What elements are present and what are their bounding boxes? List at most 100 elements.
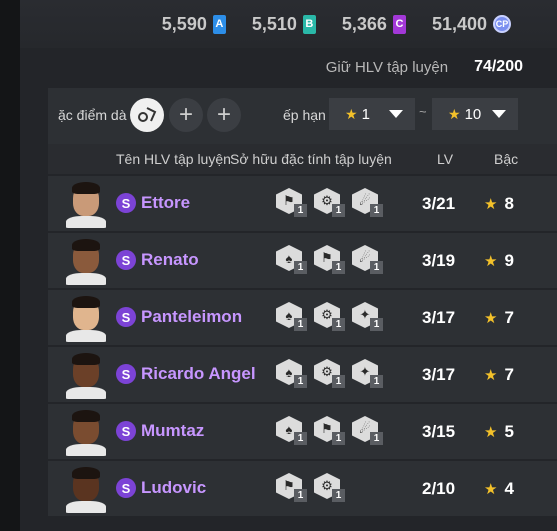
- trait-level: 1: [294, 432, 307, 445]
- currency-badge-icon: C: [392, 14, 406, 34]
- trait-item[interactable]: ☄ 1: [352, 416, 386, 446]
- trait-item[interactable]: ⚑ 1: [314, 245, 348, 275]
- coach-rank: ★ 7: [484, 308, 514, 328]
- grade-badge: S: [116, 421, 136, 441]
- trait-item[interactable]: ⚙ 1: [314, 188, 348, 218]
- coach-count-value: 74/200: [474, 58, 523, 75]
- column-name[interactable]: Tên HLV tập luyện: [116, 151, 231, 167]
- trait-level: 1: [370, 375, 383, 388]
- coach-avatar: [64, 237, 108, 285]
- avatar-shirt: [66, 216, 106, 228]
- selected-trait-icon[interactable]: [130, 98, 164, 132]
- avatar-hair: [72, 353, 100, 365]
- avatar-shirt: [66, 330, 106, 342]
- trait-item[interactable]: ⚑ 1: [276, 473, 310, 503]
- rank-value: 5: [504, 422, 514, 441]
- avatar-shirt: [66, 273, 106, 285]
- dropdown-arrow-icon: [492, 110, 506, 118]
- trait-level: 1: [294, 204, 307, 217]
- trait-item[interactable]: ⚙ 1: [314, 359, 348, 389]
- column-traits[interactable]: Sở hữu đặc tính tập luyện: [230, 151, 392, 167]
- trait-level: 1: [294, 489, 307, 502]
- coach-row[interactable]: S Ricardo Angel ♠ 1 ⚙ 1 ✦ 1 3/17 ★ 7: [48, 347, 557, 402]
- currency-2: 5,366 C: [342, 14, 406, 35]
- rank-min-value: 1: [361, 105, 370, 123]
- grade-badge: S: [116, 250, 136, 270]
- trait-item[interactable]: ♠ 1: [276, 302, 310, 332]
- trait-level: 1: [294, 375, 307, 388]
- coach-row[interactable]: S Ludovic ⚑ 1 ⚙ 1 2/10 ★ 4: [48, 461, 557, 516]
- coach-row[interactable]: S Ettore ⚑ 1 ⚙ 1 ☄ 1 3/21 ★ 8: [48, 176, 557, 231]
- trait-level: 1: [294, 318, 307, 331]
- coach-rank: ★ 4: [484, 479, 514, 499]
- trait-item[interactable]: ✦ 1: [352, 302, 386, 332]
- trait-item[interactable]: ☄ 1: [352, 188, 386, 218]
- star-icon: ★: [484, 196, 498, 213]
- coach-rank: ★ 7: [484, 365, 514, 385]
- coach-name: Panteleimon: [141, 307, 243, 326]
- rank-value: 9: [504, 251, 514, 270]
- rank-max-value: 10: [464, 105, 482, 123]
- trait-list: ♠ 1 ⚑ 1 ☄ 1: [276, 416, 386, 446]
- currency-amount: 51,400: [431, 13, 487, 34]
- avatar-hair: [72, 467, 100, 479]
- avatar-hair: [72, 296, 100, 308]
- trait-item[interactable]: ☄ 1: [352, 245, 386, 275]
- star-icon: ★: [484, 424, 498, 441]
- trait-item[interactable]: ♠ 1: [276, 359, 310, 389]
- coach-row[interactable]: S Panteleimon ♠ 1 ⚙ 1 ✦ 1 3/17 ★ 7: [48, 290, 557, 345]
- coach-avatar: [64, 465, 108, 513]
- trait-item[interactable]: ♠ 1: [276, 245, 310, 275]
- currency-badge-icon: A: [212, 14, 226, 34]
- trait-item[interactable]: ✦ 1: [352, 359, 386, 389]
- trait-level: 1: [370, 318, 383, 331]
- star-icon: ★: [484, 310, 498, 327]
- trait-item[interactable]: ⚙ 1: [314, 473, 348, 503]
- coach-level: 3/19: [422, 251, 456, 270]
- add-trait-button-1[interactable]: +: [169, 98, 203, 132]
- rank-max-select[interactable]: ★ 10: [432, 98, 518, 130]
- star-icon: ★: [345, 105, 358, 122]
- rank-value: 7: [504, 308, 514, 327]
- currency-3: 51,400 CP: [432, 14, 511, 35]
- coach-avatar: [64, 351, 108, 399]
- trait-level: 1: [370, 204, 383, 217]
- trait-level: 1: [332, 261, 345, 274]
- star-icon: ★: [448, 105, 461, 122]
- avatar-hair: [72, 182, 100, 194]
- coach-name: Ettore: [141, 193, 191, 212]
- trait-item[interactable]: ♠ 1: [276, 416, 310, 446]
- coach-avatar: [64, 180, 108, 228]
- trait-item[interactable]: ⚙ 1: [314, 302, 348, 332]
- grade-badge: S: [116, 478, 136, 498]
- coach-rank: ★ 9: [484, 251, 514, 271]
- trait-item[interactable]: ⚑ 1: [314, 416, 348, 446]
- rank-value: 4: [504, 479, 514, 498]
- coach-avatar: [64, 408, 108, 456]
- currency-amount: 5,366: [341, 13, 387, 34]
- trait-level: 1: [294, 261, 307, 274]
- coach-row[interactable]: S Renato ♠ 1 ⚑ 1 ☄ 1 3/19 ★ 9: [48, 233, 557, 288]
- coach-level: 3/21: [422, 194, 456, 213]
- trait-filter-label: ặc điểm dà: [58, 107, 127, 123]
- rank-min-select[interactable]: ★ 1: [329, 98, 415, 130]
- left-edge: [0, 0, 20, 531]
- trait-item[interactable]: ⚑ 1: [276, 188, 310, 218]
- currency-amount: 5,590: [161, 13, 207, 34]
- trait-level: 1: [332, 489, 345, 502]
- trait-level: 1: [332, 204, 345, 217]
- coach-level: 3/17: [422, 308, 456, 327]
- currency-badge-icon: B: [302, 14, 316, 34]
- coach-row[interactable]: S Mumtaz ♠ 1 ⚑ 1 ☄ 1 3/15 ★ 5: [48, 404, 557, 459]
- add-trait-button-2[interactable]: +: [207, 98, 241, 132]
- column-rank[interactable]: Bậc: [494, 151, 518, 167]
- grade-badge: S: [116, 307, 136, 327]
- currency-bar: 5,590 A 5,510 B 5,366 C 51,400 CP: [20, 0, 557, 48]
- avatar-hair: [72, 239, 100, 251]
- grade-badge: S: [116, 364, 136, 384]
- coach-name: Mumtaz: [141, 421, 205, 440]
- rank-value: 8: [504, 194, 514, 213]
- column-lv[interactable]: LV: [437, 151, 453, 167]
- coach-count-label: Giữ HLV tập luyện: [325, 58, 449, 76]
- range-separator: ~: [419, 104, 427, 119]
